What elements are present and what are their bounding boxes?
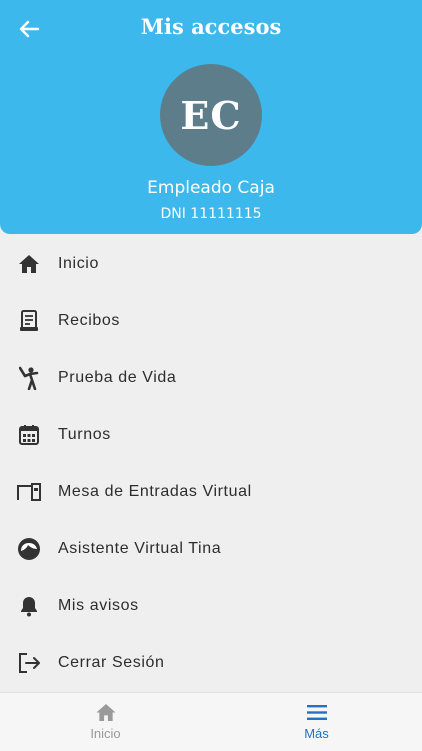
tab-mas[interactable]: Más [211,693,422,751]
calendar-icon [17,423,41,447]
menu-item-label: Turnos [58,425,111,443]
home-icon [17,252,41,276]
menu-item-recibos[interactable]: Recibos [0,292,422,349]
menu-item-cerrar-sesion[interactable]: Cerrar Sesión [0,634,422,691]
menu-item-turnos[interactable]: Turnos [0,406,422,463]
profile-header: Mis accesos EC Empleado Caja DNI 1111111… [0,0,422,234]
menu-item-inicio[interactable]: Inicio [0,235,422,292]
avatar-initials: EC [180,92,242,138]
tab-label: Inicio [90,726,121,741]
inbox-tray-icon [17,480,41,504]
tab-label: Más [304,726,329,741]
menu-item-mesa-de-entradas[interactable]: Mesa de Entradas Virtual [0,463,422,520]
person-wave-icon [17,366,41,390]
home-icon [95,700,117,724]
menu-list: Inicio Recibos Prueba de Vida Turnos Mes… [0,235,422,691]
menu-item-label: Asistente Virtual Tina [58,539,222,557]
logout-icon [17,651,41,675]
page-title: Mis accesos [140,14,282,39]
menu-icon [306,700,328,724]
menu-item-label: Mesa de Entradas Virtual [58,482,252,500]
menu-item-label: Mis avisos [58,596,139,614]
menu-item-label: Inicio [58,254,99,272]
bell-icon [17,594,41,618]
user-name: Empleado Caja [147,178,275,198]
bottom-tab-bar: Inicio Más [0,692,422,751]
menu-item-label: Recibos [58,311,121,329]
menu-item-mis-avisos[interactable]: Mis avisos [0,577,422,634]
receipt-icon [17,309,41,333]
menu-item-prueba-de-vida[interactable]: Prueba de Vida [0,349,422,406]
assistant-face-icon [17,537,41,561]
menu-item-label: Prueba de Vida [58,368,177,386]
menu-item-asistente-virtual[interactable]: Asistente Virtual Tina [0,520,422,577]
tab-inicio[interactable]: Inicio [0,693,211,751]
menu-item-label: Cerrar Sesión [58,653,165,671]
avatar: EC [160,64,262,166]
user-dni: DNI 11111115 [160,206,262,222]
